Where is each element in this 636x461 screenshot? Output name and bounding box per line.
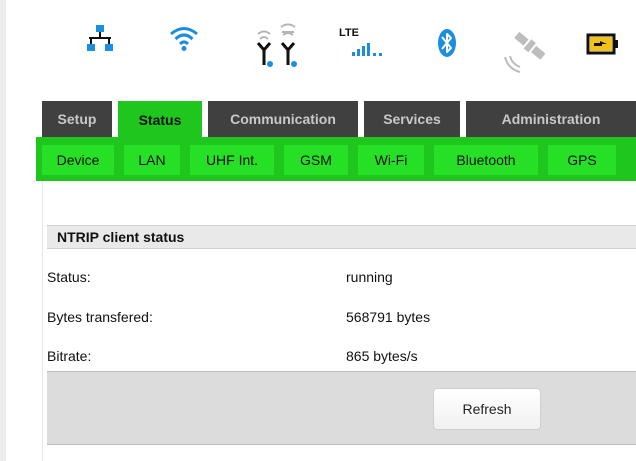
tab-administration-label: Administration — [501, 111, 601, 127]
satellite-icon — [502, 26, 552, 74]
tab-setup[interactable]: Setup — [42, 101, 112, 137]
bitrate-label: Bitrate: — [47, 348, 92, 364]
tab-communication[interactable]: Communication — [208, 101, 358, 137]
tab-services[interactable]: Services — [364, 101, 460, 137]
tab-communication-label: Communication — [230, 111, 336, 127]
subtab-device-label: Device — [56, 152, 100, 168]
lte-signal-icon — [352, 42, 398, 56]
status-value: running — [346, 269, 393, 285]
status-icon-bar: LTE — [6, 0, 636, 95]
ntrip-status-panel: NTRIP client status Status: running Byte… — [42, 181, 636, 461]
tab-administration[interactable]: Administration — [466, 101, 636, 137]
sub-tab-bar: Device LAN UHF Int. GSM Wi-Fi Bluetooth … — [36, 137, 636, 181]
lte-label: LTE — [339, 27, 359, 39]
subtab-bluetooth[interactable]: Bluetooth — [434, 145, 538, 175]
tab-status-label: Status — [138, 112, 182, 128]
subtab-wifi[interactable]: Wi-Fi — [358, 145, 424, 175]
page-frame: LTE Setup Status Communication Services … — [0, 0, 636, 461]
bytes-transfered-value: 568791 bytes — [346, 309, 431, 325]
tab-services-label: Services — [383, 111, 441, 127]
main-tab-bar: Setup Status Communication Services Admi… — [42, 101, 636, 139]
subtab-wifi-label: Wi-Fi — [374, 152, 408, 168]
tab-status[interactable]: Status — [118, 101, 202, 139]
refresh-button[interactable]: Refresh — [433, 388, 541, 430]
subtab-device[interactable]: Device — [42, 145, 114, 175]
ethernet-icon — [86, 24, 114, 52]
bluetooth-icon — [437, 28, 457, 58]
subtab-gsm-label: GSM — [300, 152, 332, 168]
subtab-gsm[interactable]: GSM — [284, 145, 348, 175]
button-footer: Refresh — [47, 371, 636, 445]
battery-charging-icon — [586, 33, 620, 55]
page-content: LTE Setup Status Communication Services … — [6, 0, 636, 461]
uhf-antennas-icon — [252, 22, 306, 70]
bitrate-value: 865 bytes/s — [346, 348, 418, 364]
subtab-gps-label: GPS — [567, 152, 597, 168]
subtab-bluetooth-label: Bluetooth — [456, 152, 516, 168]
bytes-transfered-label: Bytes transfered: — [47, 309, 153, 325]
subtab-uhf-int-label: UHF Int. — [205, 152, 259, 168]
subtab-uhf-int[interactable]: UHF Int. — [190, 145, 274, 175]
subtab-lan[interactable]: LAN — [124, 145, 180, 175]
tab-setup-label: Setup — [57, 111, 97, 127]
subtab-lan-label: LAN — [138, 152, 166, 168]
status-label: Status: — [47, 269, 91, 285]
wifi-icon — [168, 24, 200, 52]
subtab-gps[interactable]: GPS — [548, 145, 616, 175]
section-title: NTRIP client status — [47, 225, 636, 249]
